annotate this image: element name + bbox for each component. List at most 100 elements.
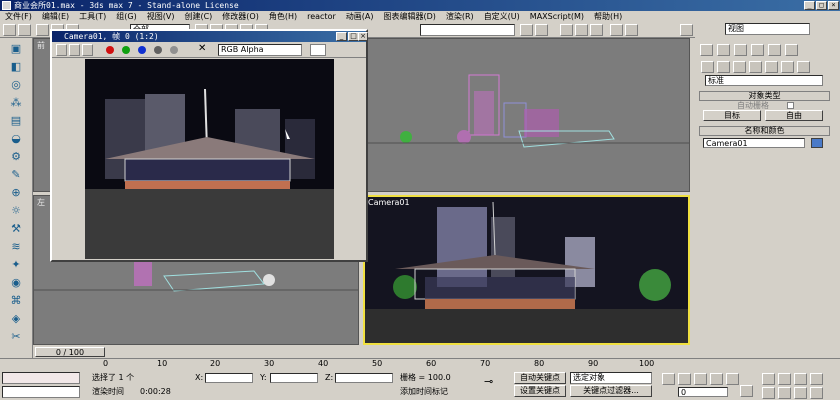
save-icon[interactable]	[56, 44, 67, 56]
menu-character[interactable]: 角色(H)	[264, 12, 302, 21]
reactor-tab-icon[interactable]: ✦	[5, 258, 27, 272]
maxscript-listener[interactable]	[2, 372, 80, 384]
x-field[interactable]	[205, 373, 253, 383]
autogrid-checkbox[interactable]	[787, 102, 794, 109]
menu-reactor[interactable]: reactor	[302, 12, 341, 21]
render-minimize-button[interactable]: _	[336, 32, 347, 41]
set-key-button[interactable]: 设置关键点	[514, 385, 566, 397]
helpers-icon[interactable]	[765, 61, 778, 73]
zoom-extents-all-icon[interactable]	[810, 373, 823, 385]
menu-edit[interactable]: 编辑(E)	[37, 12, 74, 21]
systems-icon[interactable]	[797, 61, 810, 73]
auto-key-button[interactable]: 自动关键点	[514, 372, 566, 384]
key-filters-button[interactable]: 关键点过滤器...	[570, 385, 652, 397]
menu-help[interactable]: 帮助(H)	[589, 12, 627, 21]
cameras-tab-icon[interactable]: ✎	[5, 168, 27, 182]
undo-icon[interactable]	[3, 24, 16, 36]
dynamics-tab-icon[interactable]: ⚙	[5, 150, 27, 164]
name-color-rollout[interactable]: 名称和颜色	[699, 126, 830, 136]
zoom-icon[interactable]	[762, 373, 775, 385]
menu-customize[interactable]: 自定义(U)	[479, 12, 525, 21]
menu-modifiers[interactable]: 修改器(O)	[217, 12, 264, 21]
spacewarps-icon[interactable]	[781, 61, 794, 73]
misc-tab-icon[interactable]: ✂	[5, 330, 27, 344]
link-icon[interactable]	[36, 24, 49, 36]
maximize-button[interactable]: □	[816, 1, 827, 10]
zoom-all-icon[interactable]	[778, 373, 791, 385]
named-selection-dropdown[interactable]	[420, 24, 515, 36]
channel-dropdown[interactable]: RGB Alpha	[218, 44, 302, 56]
viewport-dropdown[interactable]: 视图	[725, 23, 810, 35]
key-icon[interactable]: ⊸	[484, 375, 493, 388]
clear-icon[interactable]: ✕	[198, 43, 206, 54]
align-icon[interactable]	[535, 24, 548, 36]
menu-rendering[interactable]: 渲染(R)	[441, 12, 479, 21]
target-camera-button[interactable]: 目标	[703, 110, 761, 121]
render-last-icon[interactable]	[680, 24, 693, 36]
key-selection-dropdown[interactable]: 选定对象	[570, 372, 652, 384]
alpha-channel-icon[interactable]	[154, 46, 162, 54]
compound-tab-icon[interactable]: ◎	[5, 78, 27, 92]
y-field[interactable]	[270, 373, 318, 383]
viewport-camera[interactable]: Camera01	[363, 195, 690, 345]
pan-icon[interactable]	[778, 387, 791, 399]
time-slider[interactable]: 0 / 100	[33, 346, 690, 358]
blue-channel-icon[interactable]	[138, 46, 146, 54]
clone-icon[interactable]	[82, 44, 93, 56]
menu-animation[interactable]: 动画(A)	[341, 12, 379, 21]
menu-file[interactable]: 文件(F)	[0, 12, 37, 21]
viewport-label[interactable]: 左	[37, 197, 45, 208]
zoom-extents-icon[interactable]	[794, 373, 807, 385]
color-swatch[interactable]	[310, 44, 326, 56]
scripting-tab-icon[interactable]: ⌘	[5, 294, 27, 308]
render-tab-icon[interactable]: ◉	[5, 276, 27, 290]
go-to-start-icon[interactable]	[662, 373, 675, 385]
go-to-end-icon[interactable]	[726, 373, 739, 385]
orbit-icon[interactable]	[794, 387, 807, 399]
play-icon[interactable]	[694, 373, 707, 385]
cameras-icon[interactable]	[749, 61, 762, 73]
hierarchy-tab-icon[interactable]	[734, 44, 747, 56]
fov-icon[interactable]	[762, 387, 775, 399]
next-frame-icon[interactable]	[710, 373, 723, 385]
modifiers-tab-icon[interactable]: ⚒	[5, 222, 27, 236]
patch-tab-icon[interactable]: ▤	[5, 114, 27, 128]
free-camera-button[interactable]: 自由	[765, 110, 823, 121]
current-frame-field[interactable]: 0	[678, 387, 728, 397]
viewport-label[interactable]: 前	[37, 40, 45, 51]
viewport-label[interactable]: Camera01	[368, 198, 410, 207]
redo-icon[interactable]	[18, 24, 31, 36]
material-editor-icon[interactable]	[590, 24, 603, 36]
time-config-icon[interactable]	[740, 385, 753, 397]
mono-channel-icon[interactable]	[170, 46, 178, 54]
particles-tab-icon[interactable]: ⁂	[5, 96, 27, 110]
menu-tools[interactable]: 工具(T)	[74, 12, 111, 21]
curve-editor-icon[interactable]	[560, 24, 573, 36]
maximize-viewport-icon[interactable]	[810, 387, 823, 399]
display-tab-icon[interactable]	[768, 44, 781, 56]
spacewarps-tab-icon[interactable]: ≋	[5, 240, 27, 254]
schematic-icon[interactable]	[575, 24, 588, 36]
menu-views[interactable]: 视图(V)	[142, 12, 180, 21]
maxscript-input[interactable]	[2, 386, 80, 398]
z-field[interactable]	[335, 373, 393, 383]
minimize-button[interactable]: _	[804, 1, 815, 10]
lights-tab-icon[interactable]: ☼	[5, 204, 27, 218]
frame-counter[interactable]: 0 / 100	[35, 347, 105, 357]
object-color-swatch[interactable]	[811, 138, 823, 148]
motion-tab-icon[interactable]	[751, 44, 764, 56]
render-close-button[interactable]: ×	[358, 32, 368, 41]
shapes-icon[interactable]	[717, 61, 730, 73]
copy-icon[interactable]	[69, 44, 80, 56]
render-scene-icon[interactable]	[610, 24, 623, 36]
mirror-icon[interactable]	[520, 24, 533, 36]
object-name-field[interactable]: Camera01	[703, 138, 805, 148]
shapes-tab-icon[interactable]: ◧	[5, 60, 27, 74]
create-tab-icon[interactable]	[700, 44, 713, 56]
red-channel-icon[interactable]	[106, 46, 114, 54]
category-dropdown[interactable]: 标准	[705, 75, 823, 86]
modify-tab-icon[interactable]	[717, 44, 730, 56]
menu-create[interactable]: 创建(C)	[179, 12, 217, 21]
green-channel-icon[interactable]	[122, 46, 130, 54]
helpers-tab-icon[interactable]: ⊕	[5, 186, 27, 200]
